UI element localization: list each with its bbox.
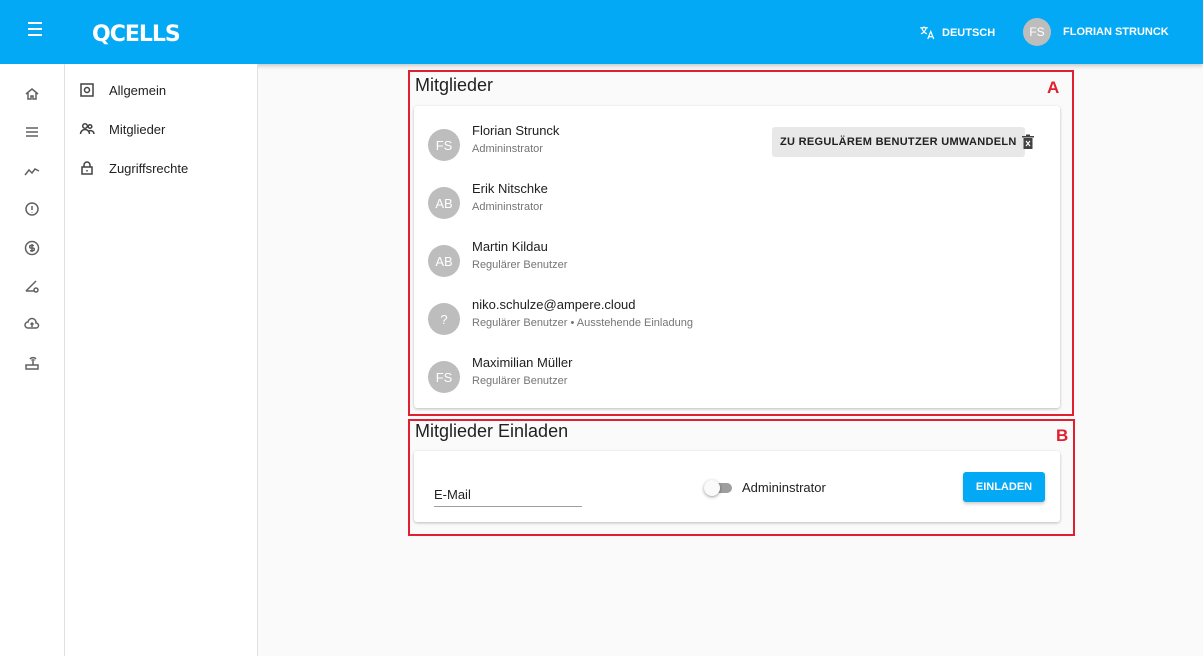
alert-icon[interactable] (22, 199, 42, 219)
translate-icon (920, 26, 935, 40)
home-icon[interactable] (22, 84, 42, 104)
hamburger-menu-icon[interactable] (25, 22, 45, 42)
subnav-item-label: Allgemein (109, 82, 167, 98)
annotation-label-b: B (1056, 426, 1069, 445)
subnav-item-label: Zugriffsrechte (109, 160, 189, 176)
qcells-logo[interactable]: QCELLS (92, 22, 181, 47)
router-icon[interactable] (22, 354, 42, 374)
trend-icon[interactable] (22, 161, 42, 181)
subnav-item-allgemein[interactable]: Allgemein (79, 82, 166, 98)
settings-box-icon (80, 83, 94, 97)
cloud-upload-icon[interactable] (22, 314, 42, 334)
lock-icon (81, 161, 93, 175)
user-avatar: FS (1023, 18, 1051, 46)
subnav-item-zugriffsrechte[interactable]: Zugriffsrechte (79, 160, 188, 176)
dollar-icon[interactable] (22, 238, 42, 258)
user-name: FLORIAN STRUNCK (1063, 26, 1169, 38)
language-label: DEUTSCH (942, 27, 996, 39)
user-menu[interactable]: FS FLORIAN STRUNCK (1023, 18, 1169, 46)
annotation-label-a: A (1047, 78, 1060, 97)
subnav-item-mitglieder[interactable]: Mitglieder (79, 121, 165, 137)
settings-subnav: Allgemein Mitglieder Zugriffsrechte (65, 64, 258, 656)
pencil-settings-icon[interactable] (22, 276, 42, 296)
people-icon (79, 122, 95, 135)
icon-rail (0, 64, 65, 656)
annotation-box-a (408, 70, 1074, 416)
language-selector[interactable]: DEUTSCH (918, 24, 995, 42)
list-icon[interactable] (22, 122, 42, 142)
annotation-box-b (408, 419, 1075, 536)
top-app-bar: QCELLS DEUTSCH FS FLORIAN STRUNCK (0, 0, 1203, 64)
subnav-item-label: Mitglieder (109, 121, 166, 137)
